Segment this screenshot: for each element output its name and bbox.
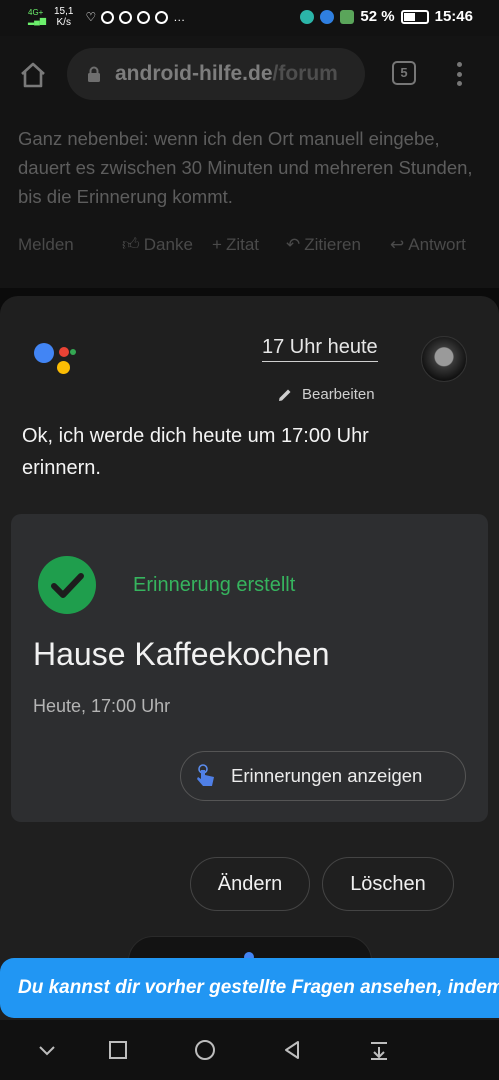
- reminder-status: Erinnerung erstellt: [133, 574, 296, 596]
- edit-button[interactable]: Bearbeiten: [278, 386, 375, 403]
- reminder-title: Hause Kaffeekochen: [33, 636, 330, 672]
- show-reminders-button[interactable]: Erinnerungen anzeigen: [180, 751, 466, 801]
- health-icon: ♡: [85, 10, 97, 24]
- edit-label: Bearbeiten: [302, 386, 375, 403]
- app-status-icon: [300, 9, 315, 24]
- forum-post: Ganz nebenbei: wenn ich den Ort manuell …: [0, 112, 499, 288]
- delete-button[interactable]: Löschen: [322, 857, 454, 911]
- reminder-date: Heute, 17:00 Uhr: [33, 696, 171, 716]
- battery-percent: 52 %: [360, 8, 395, 25]
- home-icon[interactable]: [16, 58, 50, 92]
- change-button[interactable]: Ändern: [190, 857, 310, 911]
- chrome-icon: [101, 10, 115, 24]
- back-icon[interactable]: [280, 1038, 304, 1062]
- status-left: 4G+ ▂▄▆ 15,1 K/s ♡ …: [28, 6, 185, 28]
- home-circle-icon[interactable]: [193, 1038, 217, 1062]
- overflow-menu-icon[interactable]: [455, 62, 463, 86]
- browser-toolbar: android-hilfe.de/forum 5: [0, 36, 499, 112]
- more-notifications-icon: …: [173, 10, 186, 24]
- chrome-icon: [119, 10, 133, 24]
- thanks-label: Danke: [143, 234, 193, 254]
- url-host: android-hilfe.de: [115, 62, 273, 85]
- chevron-down-icon[interactable]: [35, 1038, 59, 1062]
- battery-icon: [400, 9, 429, 24]
- app-status-icon: [340, 9, 355, 24]
- notification-pull-icon[interactable]: [367, 1038, 391, 1062]
- avatar[interactable]: [421, 336, 467, 382]
- report-label: Melden: [18, 234, 74, 254]
- chrome-icon: [137, 10, 151, 24]
- app-status-icon: [320, 9, 335, 24]
- network-icon: 4G+ ▂▄▆: [28, 8, 46, 25]
- battery-fill: [403, 12, 416, 21]
- report-link[interactable]: Melden: [18, 234, 122, 255]
- user-query[interactable]: 17 Uhr heute: [262, 336, 378, 362]
- speed-unit: K/s: [56, 17, 71, 28]
- tab-switcher-button[interactable]: 5: [392, 61, 416, 85]
- url-text: android-hilfe.de/forum: [115, 62, 338, 86]
- chrome-icon: [155, 10, 169, 24]
- lock-icon: [88, 66, 100, 82]
- notification-icons: ♡ …: [85, 10, 185, 24]
- network-speed: 15,1 K/s: [54, 6, 73, 28]
- url-path: /forum: [272, 62, 338, 85]
- assistant-response: Ok, ich werde dich heute um 17:00 Uhr er…: [22, 425, 369, 479]
- post-text: Ganz nebenbei: wenn ich den Ort manuell …: [18, 128, 473, 207]
- quote-plus-label: Zitat: [225, 234, 259, 254]
- reply-icon: ↩: [390, 234, 405, 254]
- reminder-card[interactable]: Erinnerung erstellt Hause Kaffeekochen H…: [11, 514, 488, 822]
- navigation-bar: [0, 1020, 499, 1080]
- check-icon: [38, 556, 96, 614]
- status-right: 52 % 15:46: [300, 8, 473, 25]
- speed-value: 15,1: [54, 6, 74, 17]
- quote-plus-button[interactable]: + Zitat: [212, 234, 286, 255]
- quote-button[interactable]: ↶ Zitieren: [286, 234, 390, 255]
- thanks-button[interactable]: 👍︎ Danke: [122, 234, 212, 255]
- google-assistant-icon: [34, 340, 78, 380]
- clock: 15:46: [434, 8, 473, 25]
- reply-label: Antwort: [408, 234, 466, 254]
- recent-apps-icon[interactable]: [106, 1038, 130, 1062]
- quote-label: Zitieren: [304, 234, 361, 254]
- post-actions: Melden 👍︎ Danke + Zitat ↶ Zitieren ↩ Antwort: [18, 234, 488, 255]
- pencil-icon: [279, 389, 291, 401]
- address-bar[interactable]: android-hilfe.de/forum: [67, 48, 365, 100]
- quote-icon: ↶: [286, 234, 301, 254]
- tap-icon: [197, 764, 214, 786]
- plus-icon: +: [212, 234, 222, 254]
- status-bar: 4G+ ▂▄▆ 15,1 K/s ♡ … 52 % 15:46: [0, 0, 499, 36]
- thumbs-up-icon: 👍︎: [122, 235, 140, 254]
- reply-button[interactable]: ↩ Antwort: [390, 234, 466, 255]
- show-reminders-label: Erinnerungen anzeigen: [231, 765, 423, 786]
- network-label: 4G+: [28, 8, 44, 17]
- hint-banner[interactable]: Du kannst dir vorher gestellte Fragen an…: [0, 958, 499, 1018]
